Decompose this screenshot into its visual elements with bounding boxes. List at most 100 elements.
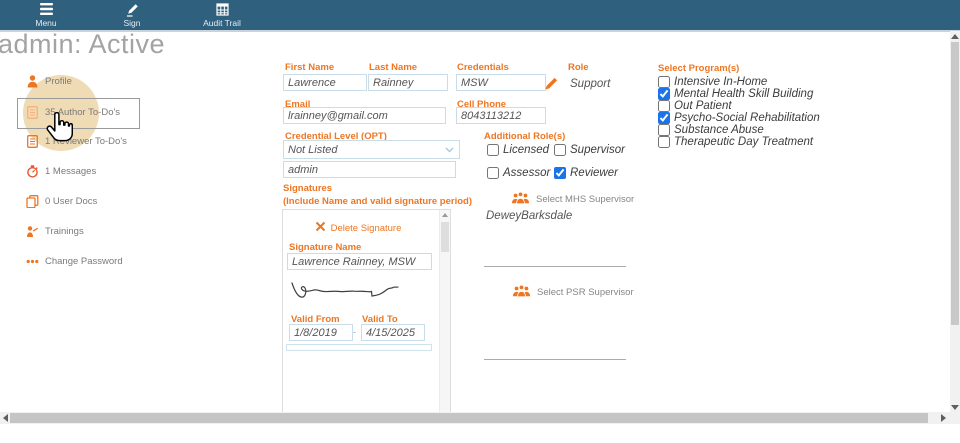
cell-phone-input[interactable] [456,107,546,124]
app-window: Menu Sign Audit Trail admin: Active Prof… [0,0,960,443]
people-group-icon [511,191,530,208]
last-name-label: Last Name [369,62,417,73]
scroll-left-button[interactable] [0,412,10,424]
signature-name-label: Signature Name [289,242,361,253]
sidebar-item-label: 1 Messages [45,166,96,177]
licensed-checkbox[interactable] [487,144,499,156]
first-name-label: First Name [285,62,334,73]
horizontal-scrollbar[interactable] [0,412,950,424]
program-checkbox-therapeutic-day-treatment[interactable]: Therapeutic Day Treatment [658,136,813,148]
checkbox-label: Out Patient [674,100,732,112]
checkbox-label: Licensed [503,144,549,156]
credential-level-value: Not Listed [288,144,338,156]
checkbox-label: Therapeutic Day Treatment [674,136,813,148]
vertical-scrollbar[interactable] [950,31,960,412]
scroll-up-icon[interactable] [442,213,448,217]
scroll-right-button[interactable] [936,412,950,424]
date-range-separator: - [353,327,356,337]
sign-button[interactable]: Sign [110,3,154,28]
sidebar-item-user-docs[interactable]: 0 User Docs [26,194,97,209]
chevron-down-icon [445,144,454,156]
selected-item-outline [17,98,140,129]
role-label: Role [568,62,589,73]
audit-trail-button[interactable]: Audit Trail [192,3,252,28]
sign-icon [110,3,154,17]
username-input[interactable] [283,161,456,178]
signatures-label: Signatures [283,183,332,194]
audit-trail-icon [192,3,252,17]
sidebar-item-profile[interactable]: Profile [26,74,72,89]
delete-signature-button[interactable]: Delete Signature [283,221,433,235]
horizontal-scroll-thumb[interactable] [10,413,928,423]
signature-panel: Delete Signature Signature Name Valid Fr… [282,209,451,413]
checkbox[interactable] [658,88,670,100]
mhs-supervisor-label: Select MHS Supervisor [536,194,634,205]
checkbox-label: Mental Health Skill Building [674,88,813,100]
vertical-scroll-thumb[interactable] [951,42,959,325]
checkbox[interactable] [658,112,670,124]
checkbox[interactable] [658,136,670,148]
divider [484,359,626,360]
program-checkbox-out-patient[interactable]: Out Patient [658,100,732,112]
sidebar-item-change-password[interactable]: Change Password [26,254,123,269]
sidebar-item-trainings[interactable]: Trainings [26,224,84,239]
first-name-input[interactable] [283,74,367,91]
email-input[interactable] [283,107,446,124]
valid-from-input[interactable] [289,324,353,341]
sign-label: Sign [123,18,140,28]
credentials-input[interactable] [456,74,546,91]
last-name-input[interactable] [368,74,448,91]
menu-label: Menu [35,18,56,28]
sidebar-item-reviewer-todos[interactable]: 1 Reviewer To-Do's [26,134,127,149]
supervisor-checkbox[interactable] [554,144,566,156]
checkbox-label: Assessor [503,167,550,179]
scroll-thumb[interactable] [441,222,449,252]
messages-timer-icon [26,165,39,178]
role-checkbox-assessor[interactable]: Assessor [487,167,550,179]
edit-role-pencil-icon[interactable] [545,77,558,95]
select-mhs-supervisor-button[interactable]: Select MHS Supervisor [511,191,634,208]
scrollbar-corner [950,412,960,424]
hand-cursor-icon [43,112,73,149]
menu-icon [26,3,66,17]
sidebar-item-label: Trainings [45,226,84,237]
page-title: admin: Active [0,29,165,60]
credential-level-dropdown[interactable]: Not Listed [283,140,460,159]
checkbox-label: Psycho-Social Rehabilitation [674,112,820,124]
delete-x-icon [315,221,326,235]
program-checkbox-intensive-in-home[interactable]: Intensive In-Home [658,76,767,88]
program-checkbox-mental-health-skill-building[interactable]: Mental Health Skill Building [658,88,813,100]
role-checkbox-supervisor[interactable]: Supervisor [554,144,625,156]
people-group-icon [512,284,531,301]
scroll-up-button[interactable] [950,31,960,41]
user-docs-icon [26,195,39,208]
program-checkbox-substance-abuse[interactable]: Substance Abuse [658,124,764,136]
assessor-checkbox[interactable] [487,167,499,179]
signature-hscroll[interactable] [286,344,432,351]
sidebar-item-label: Change Password [45,256,123,267]
checkbox[interactable] [658,76,670,88]
reviewer-checkbox[interactable] [554,167,566,179]
role-value: Support [570,78,610,90]
signature-name-input[interactable] [287,253,432,270]
signature-panel-scrollbar[interactable] [439,210,450,412]
valid-to-input[interactable] [361,324,425,341]
menu-button[interactable]: Menu [26,3,66,28]
sidebar-item-label: 0 User Docs [45,196,97,207]
sidebar-item-messages[interactable]: 1 Messages [26,164,96,179]
role-checkbox-licensed[interactable]: Licensed [487,144,549,156]
sidebar-item-label: Profile [45,76,72,87]
credentials-label: Credentials [457,62,509,73]
checkbox[interactable] [658,100,670,112]
checkbox-label: Reviewer [570,167,618,179]
signatures-note: (Include Name and valid signature period… [283,196,472,207]
checkbox[interactable] [658,124,670,136]
profile-icon [26,75,39,88]
program-checkbox-psycho-social-rehabilitation[interactable]: Psycho-Social Rehabilitation [658,112,820,124]
additional-roles-label: Additional Role(s) [484,131,565,142]
select-psr-supervisor-button[interactable]: Select PSR Supervisor [512,284,634,301]
reviewer-todos-icon [26,135,39,148]
role-checkbox-reviewer[interactable]: Reviewer [554,167,618,179]
scroll-down-button[interactable] [950,402,960,412]
divider [484,266,626,267]
